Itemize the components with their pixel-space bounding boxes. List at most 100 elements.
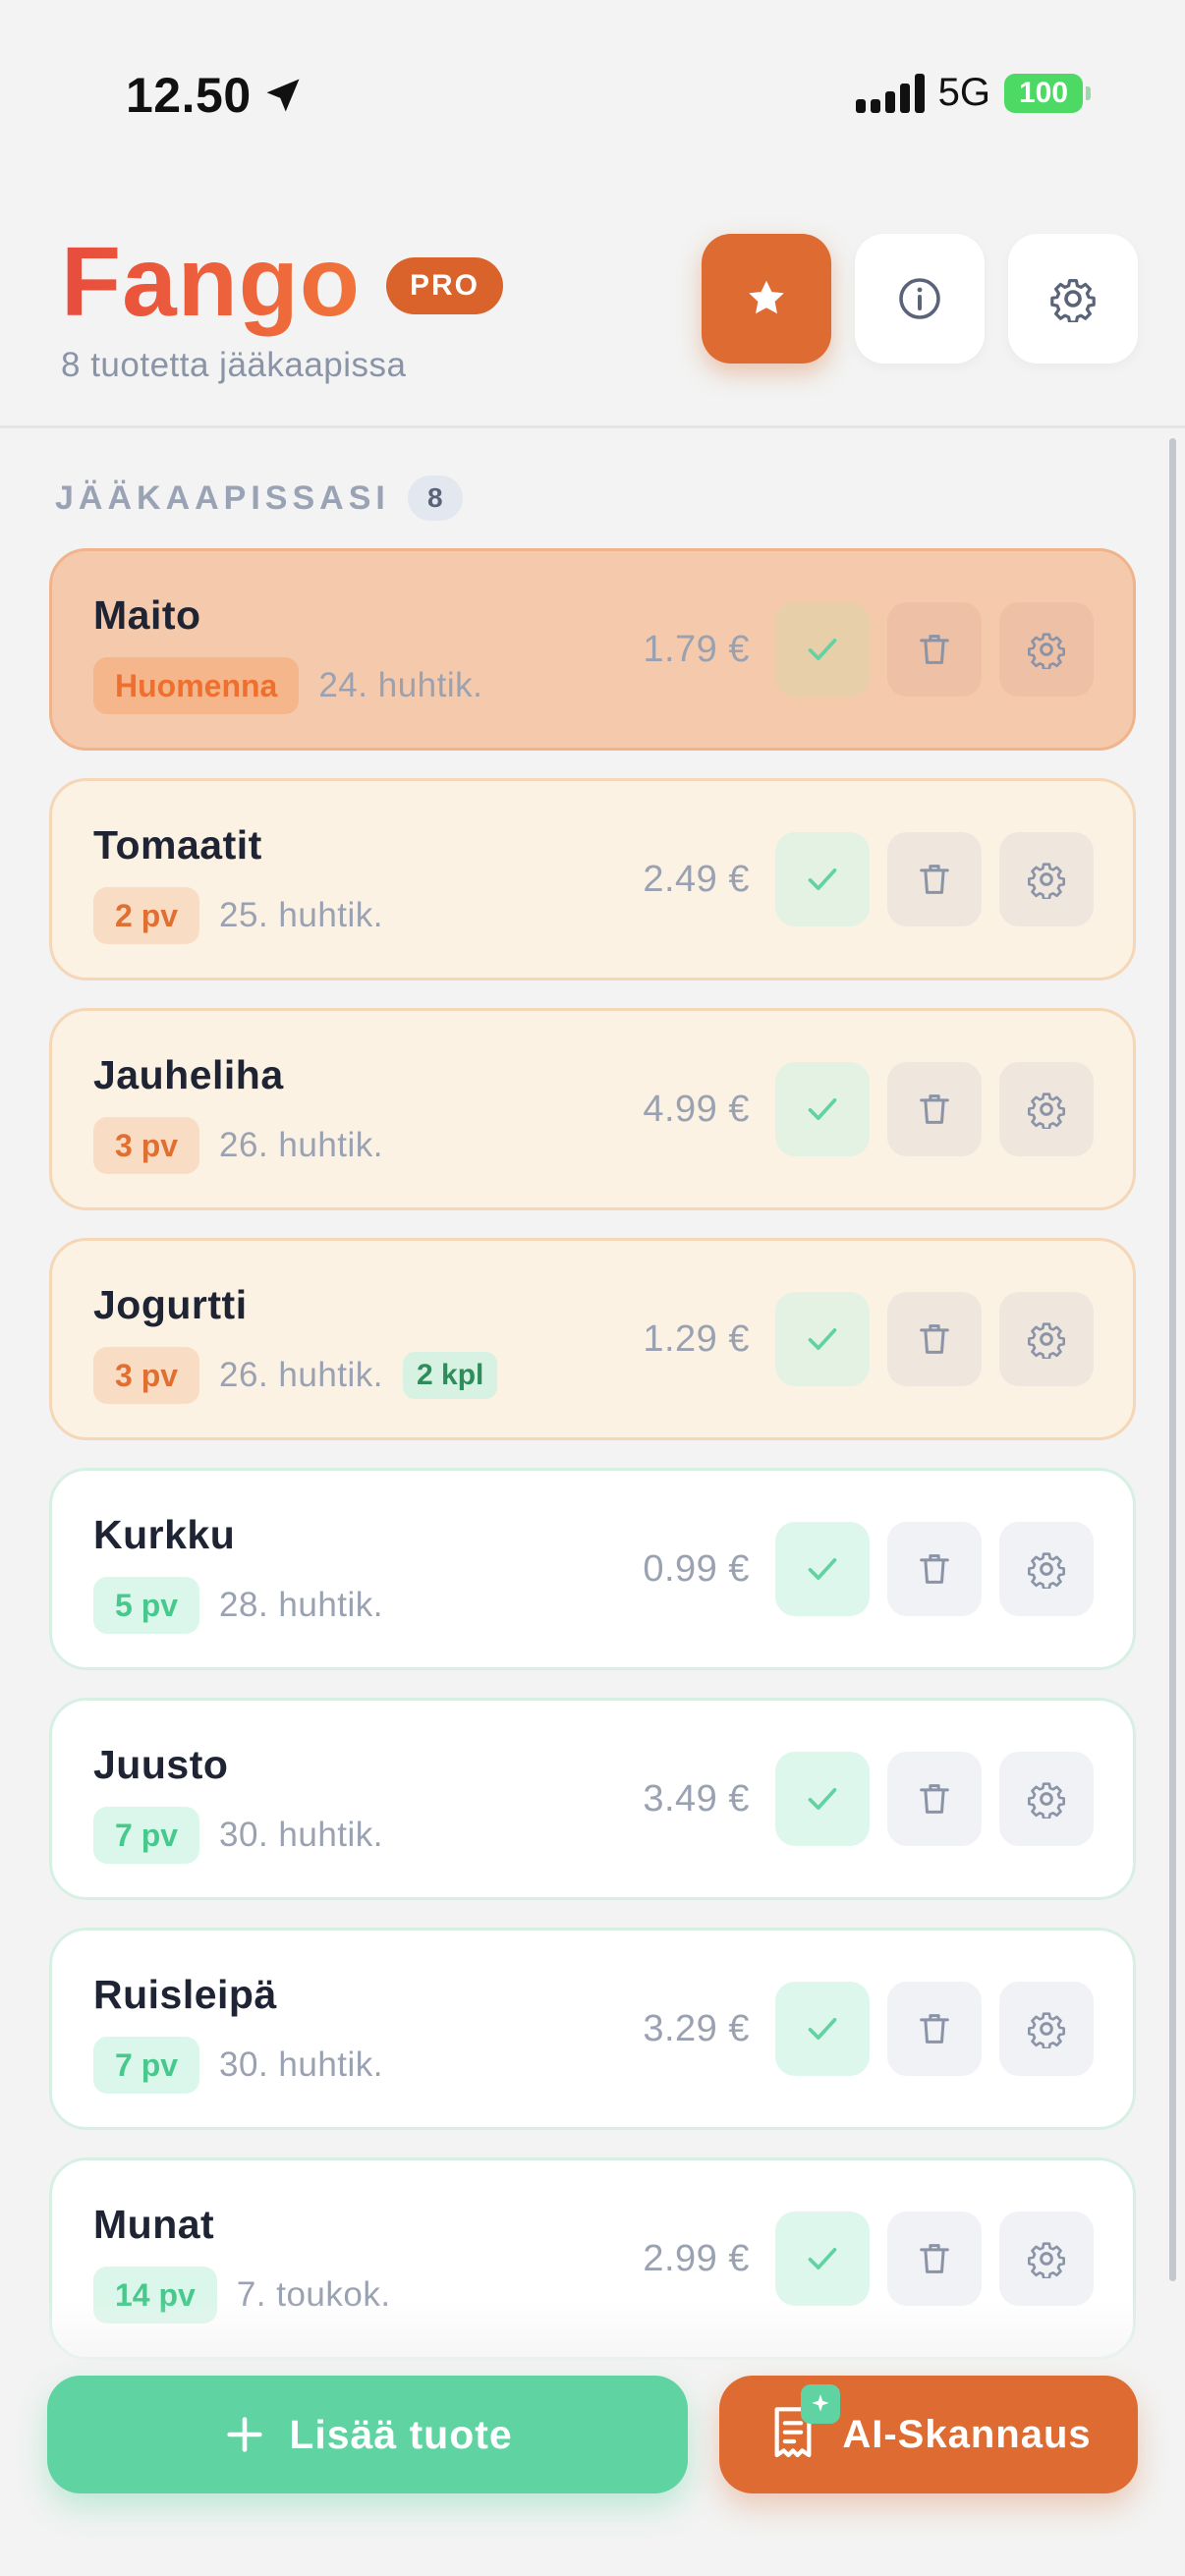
gear-icon bbox=[1028, 633, 1065, 669]
item-count-subtitle: 8 tuotetta jääkaapissa bbox=[61, 346, 407, 384]
expiry-date: 26. huhtik. bbox=[219, 1126, 384, 1164]
check-icon bbox=[808, 639, 837, 660]
delete-button[interactable] bbox=[887, 1292, 982, 1386]
status-time: 12.50 bbox=[126, 67, 305, 124]
item-settings-button[interactable] bbox=[999, 2212, 1094, 2306]
check-icon bbox=[808, 1788, 837, 1810]
item-name: Tomaatit bbox=[93, 822, 262, 868]
trash-icon bbox=[920, 1784, 949, 1814]
check-icon bbox=[808, 2018, 837, 2040]
ai-scan-button[interactable]: AI-Skannaus bbox=[719, 2376, 1138, 2493]
check-icon bbox=[808, 1558, 837, 1580]
gear-icon bbox=[1028, 2242, 1065, 2278]
star-icon bbox=[749, 280, 784, 314]
item-name: Jogurtti bbox=[93, 1282, 248, 1327]
add-item-button[interactable]: Lisää tuote bbox=[47, 2376, 688, 2493]
item-card[interactable]: Jogurtti 3 pv 26. huhtik. 2 kpl 1.29 € bbox=[49, 1238, 1136, 1440]
mark-used-button[interactable] bbox=[775, 1292, 870, 1386]
delete-button[interactable] bbox=[887, 1062, 982, 1156]
trash-icon bbox=[920, 1324, 949, 1354]
item-meta: 2 pv 25. huhtik. bbox=[93, 887, 383, 944]
gear-icon bbox=[1028, 2012, 1065, 2048]
mark-used-button[interactable] bbox=[775, 2212, 870, 2306]
item-meta: Huomenna 24. huhtik. bbox=[93, 657, 482, 714]
item-name: Kurkku bbox=[93, 1512, 236, 1557]
item-meta: 7 pv 30. huhtik. bbox=[93, 1807, 383, 1864]
item-price: 0.99 € bbox=[643, 1547, 750, 1590]
delete-button[interactable] bbox=[887, 602, 982, 697]
days-left-badge: 7 pv bbox=[93, 2037, 200, 2094]
item-name: Juusto bbox=[93, 1742, 229, 1787]
check-icon bbox=[808, 868, 837, 890]
days-left-badge: 5 pv bbox=[93, 1577, 200, 1634]
gear-icon bbox=[1050, 279, 1096, 322]
sparkle-icon bbox=[801, 2384, 841, 2424]
delete-button[interactable] bbox=[887, 832, 982, 926]
delete-button[interactable] bbox=[887, 1982, 982, 2076]
brand: Fango PRO bbox=[61, 226, 503, 339]
expiry-date: 28. huhtik. bbox=[219, 1586, 384, 1624]
item-name: Munat bbox=[93, 2202, 215, 2247]
mark-used-button[interactable] bbox=[775, 832, 870, 926]
settings-button[interactable] bbox=[1008, 234, 1138, 364]
delete-button[interactable] bbox=[887, 1752, 982, 1846]
item-price: 3.29 € bbox=[643, 2007, 750, 2049]
gear-icon bbox=[1028, 1322, 1065, 1359]
delete-button[interactable] bbox=[887, 1522, 982, 1616]
expiry-date: 24. huhtik. bbox=[318, 666, 483, 704]
item-meta: 5 pv 28. huhtik. bbox=[93, 1577, 383, 1634]
item-settings-button[interactable] bbox=[999, 1522, 1094, 1616]
mark-used-button[interactable] bbox=[775, 1752, 870, 1846]
item-card[interactable]: Tomaatit 2 pv 25. huhtik. 2.49 € bbox=[49, 778, 1136, 980]
plus-icon bbox=[227, 2417, 262, 2452]
item-price: 1.29 € bbox=[643, 1317, 750, 1360]
info-icon bbox=[899, 278, 940, 319]
delete-button[interactable] bbox=[887, 2212, 982, 2306]
days-left-badge: 2 pv bbox=[93, 887, 200, 944]
item-name: Ruisleipä bbox=[93, 1972, 277, 2017]
expiry-date: 30. huhtik. bbox=[219, 1816, 384, 1854]
mark-used-button[interactable] bbox=[775, 1062, 870, 1156]
days-left-badge: 3 pv bbox=[93, 1117, 200, 1174]
mark-used-button[interactable] bbox=[775, 1982, 870, 2076]
item-settings-button[interactable] bbox=[999, 1292, 1094, 1386]
item-price: 1.79 € bbox=[643, 628, 750, 670]
gear-icon bbox=[1028, 1552, 1065, 1589]
trash-icon bbox=[920, 635, 949, 664]
expiry-date: 25. huhtik. bbox=[219, 896, 384, 934]
expiry-date: 30. huhtik. bbox=[219, 2045, 384, 2084]
item-card[interactable]: Maito Huomenna 24. huhtik. 1.79 € bbox=[49, 548, 1136, 751]
scrollbar[interactable] bbox=[1169, 438, 1176, 2281]
status-indicators: 5G 100 bbox=[855, 71, 1091, 115]
item-card[interactable]: Jauheliha 3 pv 26. huhtik. 4.99 € bbox=[49, 1008, 1136, 1210]
item-settings-button[interactable] bbox=[999, 602, 1094, 697]
item-settings-button[interactable] bbox=[999, 832, 1094, 926]
mark-used-button[interactable] bbox=[775, 602, 870, 697]
item-name: Maito bbox=[93, 592, 201, 638]
info-button[interactable] bbox=[855, 234, 985, 364]
item-settings-button[interactable] bbox=[999, 1752, 1094, 1846]
expiry-date: 26. huhtik. bbox=[219, 1356, 384, 1394]
app-title: Fango bbox=[61, 227, 361, 337]
pro-badge: PRO bbox=[385, 256, 503, 314]
item-settings-button[interactable] bbox=[999, 1982, 1094, 2076]
check-icon bbox=[808, 1328, 837, 1350]
gear-icon bbox=[1028, 1092, 1065, 1129]
item-settings-button[interactable] bbox=[999, 1062, 1094, 1156]
item-card[interactable]: Ruisleipä 7 pv 30. huhtik. 3.29 € bbox=[49, 1928, 1136, 2130]
trash-icon bbox=[920, 1094, 949, 1124]
check-icon bbox=[808, 2248, 837, 2269]
item-card[interactable]: Juusto 7 pv 30. huhtik. 3.49 € bbox=[49, 1698, 1136, 1900]
item-meta: 7 pv 30. huhtik. bbox=[93, 2037, 383, 2094]
favorites-button[interactable] bbox=[702, 234, 831, 364]
trash-icon bbox=[920, 2014, 949, 2044]
signal-icon bbox=[855, 73, 925, 113]
gear-icon bbox=[1028, 1782, 1065, 1819]
item-price: 4.99 € bbox=[643, 1088, 750, 1130]
item-card[interactable]: Kurkku 5 pv 28. huhtik. 0.99 € bbox=[49, 1468, 1136, 1670]
status-bar: 12.50 5G 100 bbox=[0, 0, 1185, 196]
ai-scan-label: AI-Skannaus bbox=[842, 2412, 1092, 2456]
section-title: JÄÄKAAPISSASI bbox=[55, 478, 390, 517]
item-meta: 3 pv 26. huhtik. 2 kpl bbox=[93, 1347, 498, 1404]
mark-used-button[interactable] bbox=[775, 1522, 870, 1616]
